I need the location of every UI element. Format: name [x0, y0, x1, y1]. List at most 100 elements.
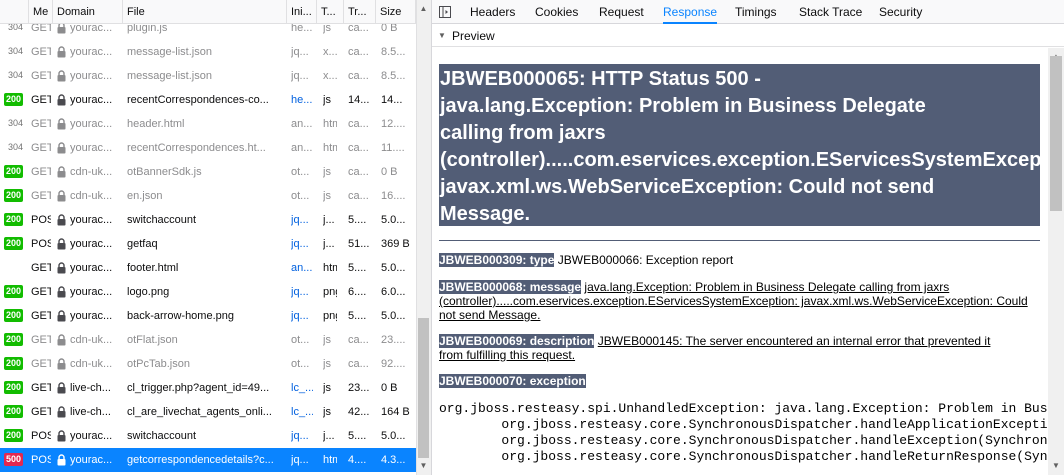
request-row[interactable]: 200 POS yourac... switchaccount jq... j... 5..…: [0, 208, 416, 232]
lock-icon: [56, 262, 67, 274]
description-value-cont: from fulfilling this request.: [439, 348, 576, 362]
size-cell: 11....: [381, 142, 405, 154]
transferred-cell: ca...: [348, 166, 369, 178]
initiator-cell: ot...: [291, 334, 310, 346]
column-header-1[interactable]: Domain: [53, 0, 123, 24]
type-cell: js: [323, 382, 331, 394]
status-cell: 200: [0, 280, 28, 304]
file-cell: back-arrow-home.png: [127, 310, 234, 322]
message-label: JBWEB000068: message: [439, 280, 582, 294]
status-cell: [0, 256, 28, 280]
preview-scroll-thumb[interactable]: [1050, 56, 1062, 211]
tab-timings[interactable]: Timings: [735, 0, 777, 24]
transferred-cell: ca...: [348, 46, 369, 58]
method-cell: GET: [31, 310, 51, 322]
lock-icon: [56, 142, 67, 154]
domain-cell: yourac...: [56, 88, 122, 112]
lock-icon: [56, 454, 67, 466]
tab-security[interactable]: Security: [879, 0, 922, 24]
scroll-down-arrow-icon[interactable]: ▼: [1051, 461, 1061, 471]
type-paragraph: JBWEB000309: type JBWEB000066: Exception…: [439, 253, 1044, 267]
type-cell: js: [323, 94, 331, 106]
domain-text: yourac...: [70, 262, 113, 274]
domain-cell: yourac...: [56, 232, 122, 256]
request-row[interactable]: 200 GET cdn-uk... en.json ot... js ca... 16....: [0, 184, 416, 208]
column-header-2[interactable]: File: [123, 0, 287, 24]
tab-stack-trace[interactable]: Stack Trace: [799, 0, 862, 24]
toggle-sidebar-icon[interactable]: [438, 5, 452, 19]
tab-headers[interactable]: Headers: [470, 0, 515, 24]
exception-paragraph: JBWEB000070: exception: [439, 374, 1044, 388]
request-row[interactable]: 200 GET cdn-uk... otBannerSdk.js ot... js ca..…: [0, 160, 416, 184]
method-cell: GET: [31, 382, 51, 394]
tab-response[interactable]: Response: [663, 0, 718, 24]
status-cell: 304: [0, 40, 28, 64]
size-cell: 4.3...: [381, 454, 406, 466]
type-cell: htm: [323, 454, 337, 466]
request-row[interactable]: 200 GET yourac... recentCorrespondences-co.…: [0, 88, 416, 112]
transferred-cell: 42....: [348, 406, 370, 418]
request-row[interactable]: 200 GET yourac... back-arrow-home.png jq... p…: [0, 304, 416, 328]
size-cell: 8.5...: [381, 46, 406, 58]
domain-cell: yourac...: [56, 304, 122, 328]
scroll-up-arrow-icon[interactable]: ▲: [419, 4, 428, 13]
request-row[interactable]: 304 GET yourac... message-list.json jq... x..…: [0, 64, 416, 88]
request-row[interactable]: 200 GET cdn-uk... otPcTab.json ot... js ca... 9…: [0, 352, 416, 376]
request-details: Headers Cookies Request Response Timings…: [432, 0, 1064, 475]
type-cell: js: [323, 406, 331, 418]
request-row[interactable]: 200 POS yourac... switchaccount jq... j... 5..…: [0, 424, 416, 448]
domain-cell: yourac...: [56, 424, 122, 448]
lock-icon: [56, 406, 67, 418]
initiator-cell: lc_...: [291, 406, 313, 418]
tab-cookies[interactable]: Cookies: [535, 0, 578, 24]
lock-icon: [56, 70, 67, 82]
request-row[interactable]: 304 GET yourac... recentCorrespondences.ht.…: [0, 136, 416, 160]
column-header-0[interactable]: Me: [29, 0, 53, 24]
status-badge: 200: [4, 93, 24, 106]
request-row[interactable]: 200 POS yourac... getfaq jq... j... 51.... 369 …: [0, 232, 416, 256]
request-list-scroll-thumb[interactable]: [418, 318, 429, 458]
trace-line: org.jboss.resteasy.core.SynchronousDispa…: [439, 449, 1048, 464]
file-cell: logo.png: [127, 286, 170, 298]
collapse-triangle-icon[interactable]: ▼: [438, 25, 446, 47]
column-header-3[interactable]: Ini...: [287, 0, 317, 24]
request-row[interactable]: 200 GET yourac... logo.png jq... png 6.... 6.0.…: [0, 280, 416, 304]
method-cell: GET: [31, 166, 51, 178]
status-badge: 304: [8, 70, 24, 80]
domain-text: yourac...: [70, 118, 113, 130]
request-row[interactable]: GET yourac... footer.html an... htm 5.... 5.0.…: [0, 256, 416, 280]
status-cell: 304: [0, 112, 28, 136]
error-title-line: java.lang.Exception: Problem in Business…: [440, 95, 926, 117]
type-cell: x...: [323, 70, 337, 82]
initiator-cell: ot...: [291, 190, 310, 202]
column-header-6[interactable]: Size: [376, 0, 416, 24]
status-badge: 500: [4, 453, 24, 466]
description-paragraph: JBWEB000069: description JBWEB000145: Th…: [439, 334, 1044, 362]
status-cell: 200: [0, 400, 28, 424]
lock-icon: [56, 214, 67, 226]
request-row[interactable]: 200 GET cdn-uk... otFlat.json ot... js ca... 23…: [0, 328, 416, 352]
file-cell: recentCorrespondences.ht...: [127, 142, 266, 154]
status-cell: 500: [0, 448, 28, 472]
type-cell: png: [323, 310, 337, 322]
request-row[interactable]: 200 GET live-ch... cl_trigger.php?agent_id=…: [0, 376, 416, 400]
column-header-4[interactable]: T...: [317, 0, 344, 24]
tab-request[interactable]: Request: [599, 0, 644, 24]
domain-cell: yourac...: [56, 280, 122, 304]
status-badge: 200: [4, 285, 24, 298]
scroll-down-arrow-icon[interactable]: ▼: [419, 461, 428, 470]
transferred-cell: ca...: [348, 190, 369, 202]
request-row[interactable]: 500 POS yourac... getcorrespondencedetails?…: [0, 448, 416, 472]
status-badge: 200: [4, 309, 24, 322]
method-cell: GET: [31, 70, 51, 82]
request-row[interactable]: 304 GET yourac... header.html an... htm ca... 1…: [0, 112, 416, 136]
request-row[interactable]: 200 GET live-ch... cl_are_livechat_agents_o…: [0, 400, 416, 424]
request-rows: 304 GET yourac... plugin.js he... js ca... 0 B3…: [0, 16, 416, 472]
column-header-5[interactable]: Tr...: [344, 0, 376, 24]
preview-section-header[interactable]: ▼ Preview: [432, 25, 1064, 47]
status-cell: 200: [0, 208, 28, 232]
column-header-status[interactable]: [0, 0, 29, 24]
request-row[interactable]: 304 GET yourac... message-list.json jq... x..…: [0, 40, 416, 64]
error-title-line: javax.xml.ws.WebServiceException: Could …: [440, 176, 935, 198]
method-cell: GET: [31, 142, 51, 154]
